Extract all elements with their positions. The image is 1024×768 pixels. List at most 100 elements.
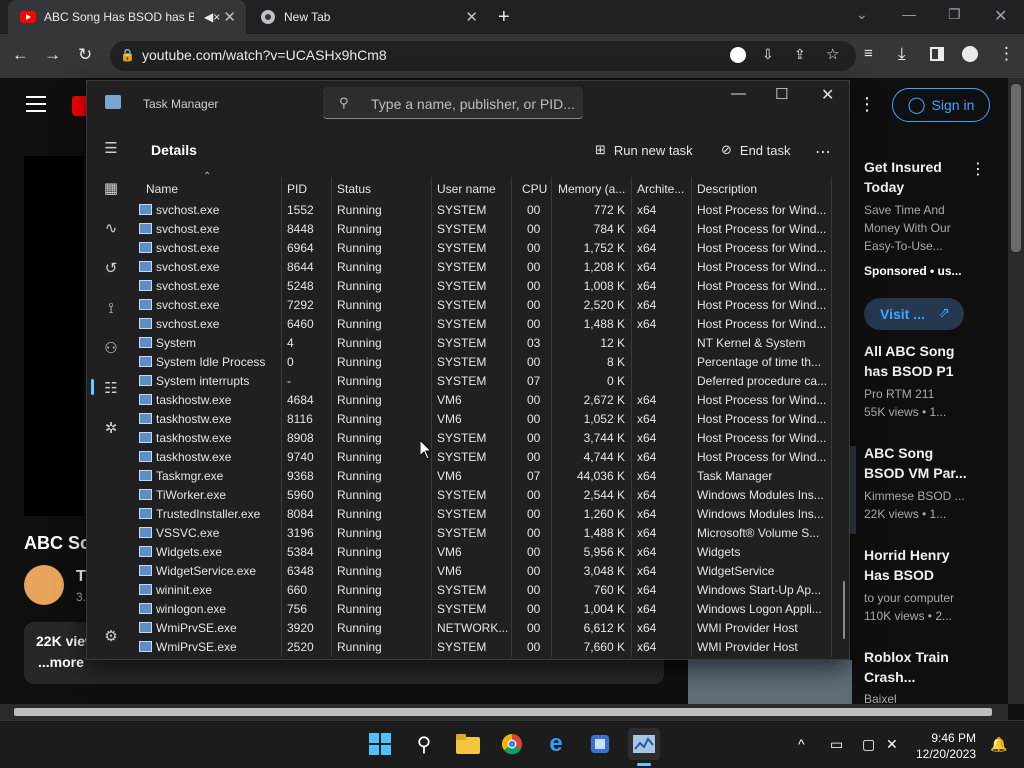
details-icon[interactable]: ☷ [101,379,121,399]
table-scrollbar[interactable] [843,581,845,639]
table-row[interactable]: wininit.exe 660 Running SYSTEM 00 760 K x64 Win… [135,581,835,600]
maximize-icon[interactable]: ☐ [775,85,788,103]
rec-title[interactable]: ABC Song BSOD VM Par... [864,443,974,483]
table-row[interactable]: svchost.exe 6460 Running SYSTEM 00 1,488 K x64… [135,315,835,334]
column-header-architecture[interactable]: Archite... [637,182,684,196]
table-row[interactable]: svchost.exe 8448 Running SYSTEM 00 784 K x64 Ho… [135,220,835,239]
table-row[interactable]: taskhostw.exe 8116 Running VM6 00 1,052 K x64 H… [135,410,835,429]
new-tab-button[interactable]: + [498,6,510,28]
table-row[interactable]: System interrupts - Running SYSTEM 07 0 K Defe… [135,372,835,391]
table-row[interactable]: TiWorker.exe 5960 Running SYSTEM 00 2,544 K x6… [135,486,835,505]
startup-apps-icon[interactable]: ⟟ [101,299,121,319]
internet-explorer-icon[interactable]: e [540,728,572,760]
taskbar-clock[interactable]: 9:46 PM 12/20/2023 [916,730,976,762]
column-header-memory[interactable]: Memory (a... [558,182,625,196]
services-icon[interactable]: ✲ [101,419,121,439]
close-tab-icon[interactable]: ✕ [465,8,478,26]
close-icon[interactable]: ✕ [821,85,834,105]
settings-gear-icon[interactable]: ⚙ [101,627,121,647]
notification-bell-icon[interactable]: 🔔 [990,736,1007,753]
rec-title[interactable]: Roblox Train Crash... [864,647,974,687]
table-row[interactable]: svchost.exe 5248 Running SYSTEM 00 1,008 K x64… [135,277,835,296]
media-control-icon[interactable]: ≡ [864,45,873,62]
more-options-icon[interactable]: ⋮ [858,94,876,115]
table-row[interactable]: Widgets.exe 5384 Running VM6 00 5,956 K x64 Wid… [135,543,835,562]
run-new-task-button[interactable]: ⊞ Run new task [595,142,693,158]
processes-icon[interactable]: ▦ [101,179,121,199]
column-header-user[interactable]: User name [437,182,496,196]
downloads-icon[interactable]: ⤓ [898,44,906,64]
back-arrow-icon[interactable]: ← [12,45,29,65]
bookmark-star-icon[interactable]: ☆ [826,45,839,63]
table-row[interactable]: WmiPrvSE.exe 3920 Running NETWORK... 00 6,612… [135,619,835,638]
more-options-icon[interactable]: ⋯ [815,142,831,162]
table-row[interactable]: taskhostw.exe 8908 Running SYSTEM 00 3,744 K x… [135,429,835,448]
speaker-muted-icon[interactable]: ◀× [204,10,220,24]
video-player[interactable] [24,156,84,516]
chrome-menu-icon[interactable]: ⋮ [998,44,1015,64]
forward-arrow-icon[interactable]: → [44,45,61,65]
side-panel-icon[interactable] [930,47,944,61]
pinned-app-icon[interactable] [584,728,616,760]
rec-title[interactable]: All ABC Song has BSOD P1 [864,341,974,381]
restore-window-icon[interactable]: ❐ [948,6,961,23]
table-row[interactable]: WidgetService.exe 6348 Running VM6 00 3,048 K… [135,562,835,581]
show-hidden-icons-icon[interactable]: ^ [798,736,805,752]
url-text[interactable]: youtube.com/watch?v=UCASHx9hCm8 [142,47,387,63]
volume-muted-icon[interactable]: ✕ [886,736,898,753]
network-offline-icon[interactable]: ▭ [830,736,843,753]
reload-icon[interactable]: ↻ [78,45,92,65]
channel-avatar[interactable] [24,565,64,605]
display-icon[interactable]: ▢ [862,736,875,753]
minimize-icon[interactable]: — [731,85,746,102]
performance-icon[interactable]: ∿ [101,219,121,239]
vertical-scroll-thumb[interactable] [1011,84,1021,252]
table-row[interactable]: winlogon.exe 756 Running SYSTEM 00 1,004 K x64… [135,600,835,619]
close-window-icon[interactable]: ✕ [994,6,1007,26]
table-row[interactable]: taskhostw.exe 4684 Running VM6 00 2,672 K x64 H… [135,391,835,410]
tab-search-icon[interactable]: ⌄ [856,6,868,23]
sign-in-button[interactable]: ◯ Sign in [892,88,990,122]
end-task-button[interactable]: ⊘ End task [721,142,791,158]
more-link[interactable]: ...more [38,654,84,670]
channel-name[interactable]: T [76,568,86,586]
users-icon[interactable]: ⚇ [101,339,121,359]
close-tab-icon[interactable]: ✕ [223,8,236,26]
table-row[interactable]: WmiPrvSE.exe 2520 Running SYSTEM 00 7,660 K x6… [135,638,835,657]
table-row[interactable]: svchost.exe 8644 Running SYSTEM 00 1,208 K x64… [135,258,835,277]
table-row[interactable]: svchost.exe 7292 Running SYSTEM 00 2,520 K x64… [135,296,835,315]
hamburger-menu-icon[interactable]: ☰ [101,139,121,159]
lock-icon[interactable]: 🔒 [120,48,135,62]
table-row[interactable]: System Idle Process 0 Running SYSTEM 00 8 K Pe… [135,353,835,372]
rec-title[interactable]: Horrid Henry Has BSOD [864,545,974,585]
table-row[interactable]: taskhostw.exe 9740 Running SYSTEM 00 4,744 K x… [135,448,835,467]
profile-avatar-icon[interactable] [962,46,978,62]
horizontal-scroll-thumb[interactable] [14,708,992,716]
column-header-name[interactable]: Name [146,182,178,196]
youtube-menu-icon[interactable] [26,96,46,117]
file-explorer-icon[interactable] [452,728,484,760]
tab-youtube[interactable]: ABC Song Has BSOD has BSOD ◀× ✕ [8,0,246,34]
install-app-icon[interactable]: ⇩ [762,46,774,63]
rec-thumbnail[interactable] [688,660,852,704]
table-row[interactable]: svchost.exe 1552 Running SYSTEM 00 772 K x64 Ho… [135,201,835,220]
table-row[interactable]: svchost.exe 6964 Running SYSTEM 00 1,752 K x64… [135,239,835,258]
chrome-icon[interactable] [496,728,528,760]
table-row[interactable]: System 4 Running SYSTEM 03 12 K NT Kernel & Sy… [135,334,835,353]
table-row[interactable]: VSSVC.exe 3196 Running SYSTEM 00 1,488 K x64 Mi… [135,524,835,543]
column-header-pid[interactable]: PID [287,182,307,196]
table-row[interactable]: Taskmgr.exe 9368 Running VM6 07 44,036 K x64 Ta… [135,467,835,486]
app-history-icon[interactable]: ↺ [101,259,121,279]
column-header-cpu[interactable]: CPU [522,182,547,196]
share-icon[interactable]: ⇪ [794,46,806,63]
task-manager-taskbar-icon[interactable] [628,728,660,760]
column-header-status[interactable]: Status [337,182,371,196]
visit-ad-button[interactable]: Visit ... ⇗ [864,298,964,330]
table-row[interactable]: TrustedInstaller.exe 8084 Running SYSTEM 00 1… [135,505,835,524]
google-lens-icon[interactable] [730,47,746,63]
tab-new-tab[interactable]: New Tab ✕ [248,0,488,34]
ad-menu-icon[interactable]: ⋮ [970,159,986,179]
ad-title[interactable]: Get Insured Today [864,157,974,197]
rec-thumbnail[interactable] [850,446,856,534]
minimize-window-icon[interactable]: — [902,6,916,22]
